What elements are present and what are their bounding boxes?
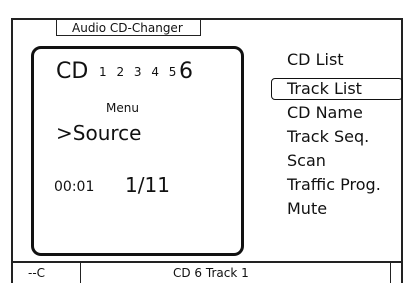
elapsed-time: 00:01	[54, 179, 95, 195]
current-disc: 6	[179, 59, 193, 84]
title-underline	[57, 35, 201, 36]
status-center-text: CD 6 Track 1	[173, 266, 249, 280]
menu-item-traffic-prog[interactable]: Traffic Prog.	[287, 175, 381, 194]
lcd-display: CD 1 2 3 4 5 6 Menu >Source 00:01 1/11	[31, 46, 244, 256]
title-divider	[200, 18, 201, 36]
status-divider-left	[80, 261, 81, 283]
menu-item-scan[interactable]: Scan	[287, 151, 326, 170]
menu-label: Menu	[106, 101, 139, 115]
source-line: >Source	[56, 121, 142, 145]
menu-item-cd-list[interactable]: CD List	[287, 50, 344, 69]
window-title: Audio CD-Changer	[72, 21, 183, 35]
status-left-text: --C	[28, 266, 46, 280]
cd-label: CD	[56, 59, 89, 84]
menu-item-track-list[interactable]: Track List	[287, 79, 362, 98]
disc-numbers: 1 2 3 4 5	[99, 65, 180, 79]
title-tab	[11, 18, 57, 36]
status-bar	[11, 261, 403, 263]
status-divider-right	[390, 261, 391, 283]
menu-item-cd-name[interactable]: CD Name	[287, 103, 363, 122]
menu-item-track-seq[interactable]: Track Seq.	[287, 127, 369, 146]
menu-item-mute[interactable]: Mute	[287, 199, 327, 218]
track-counter: 1/11	[125, 173, 170, 197]
